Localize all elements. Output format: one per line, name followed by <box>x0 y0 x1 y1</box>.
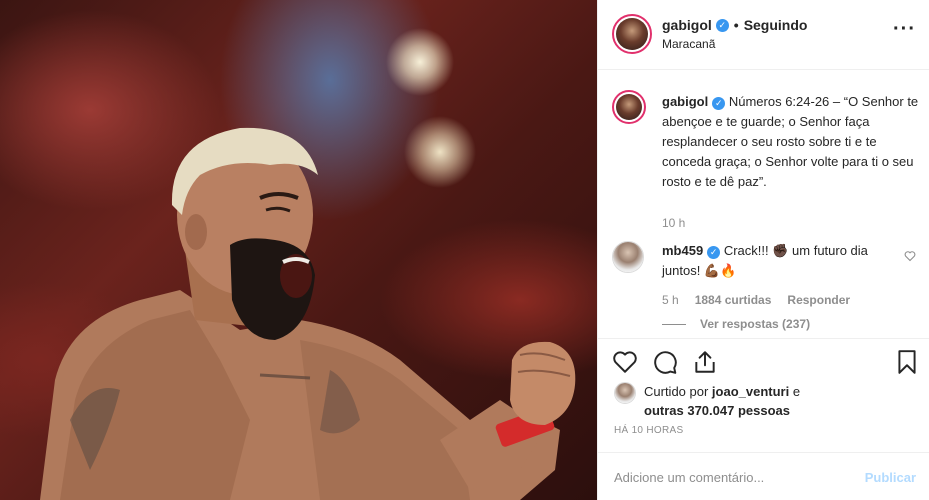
follow-status-button[interactable]: Seguindo <box>744 17 808 33</box>
muscle-fire-emoji: 💪🏾🔥 <box>703 263 737 278</box>
share-icon[interactable] <box>692 349 718 375</box>
comment-text-block: mb459 ✓ Crack!!! ✊🏿 um futuro dia juntos!… <box>662 241 882 281</box>
likes-middle: e <box>789 384 801 399</box>
liker-avatar[interactable] <box>614 382 636 404</box>
comment-input[interactable]: Adicione um comentário... <box>614 470 764 485</box>
commenter-username[interactable]: mb459 <box>662 243 703 258</box>
publish-button[interactable]: Publicar <box>865 470 916 485</box>
commenter-avatar[interactable] <box>612 241 644 273</box>
comment-likes-count[interactable]: 1884 curtidas <box>695 293 772 307</box>
post-location[interactable]: Maracanã <box>662 37 715 51</box>
comment-like-heart-icon[interactable] <box>904 250 916 265</box>
caption-text-block: gabigol ✓ Números 6:24-26 – “O Senhor te … <box>662 92 920 192</box>
caption-username[interactable]: gabigol <box>662 94 708 109</box>
verified-badge-icon: ✓ <box>707 246 721 259</box>
author-avatar[interactable] <box>612 14 652 54</box>
more-options-icon[interactable]: ··· <box>893 19 916 39</box>
comment-time[interactable]: 5 h <box>662 293 679 307</box>
post-header: gabigol ✓ • Seguindo Maracanã ··· <box>598 0 929 70</box>
post-photo[interactable] <box>0 0 597 500</box>
photo-illustration <box>40 127 576 500</box>
comment-bubble-icon[interactable] <box>652 349 678 375</box>
separator-dot: • <box>733 17 739 33</box>
caption-time[interactable]: 10 h <box>662 216 685 230</box>
verified-badge-icon: ✓ <box>715 18 729 32</box>
likes-text: Curtido por joao_venturi e outras 370.04… <box>644 382 800 420</box>
verified-badge-icon: ✓ <box>712 97 726 110</box>
fist-emoji: ✊🏿 <box>772 243 789 258</box>
view-replies-button[interactable]: Ver respostas (237) <box>662 317 810 331</box>
replies-divider <box>662 323 686 325</box>
comment-meta: 5 h 1884 curtidas Responder <box>662 293 850 307</box>
liker-username[interactable]: joao_venturi <box>712 384 789 399</box>
like-heart-icon[interactable] <box>612 349 638 375</box>
reply-button[interactable]: Responder <box>787 293 850 307</box>
author-username[interactable]: gabigol <box>662 17 712 33</box>
action-bar <box>598 338 929 382</box>
likes-prefix: Curtido por <box>644 384 712 399</box>
save-bookmark-icon[interactable] <box>894 349 920 375</box>
comment-text-part1: Crack!!! <box>723 243 773 258</box>
author-line: gabigol ✓ • Seguindo <box>662 17 807 33</box>
view-replies-label: Ver respostas (237) <box>700 317 811 331</box>
caption-author-avatar[interactable] <box>612 90 646 124</box>
post-timestamp[interactable]: HÁ 10 HORAS <box>614 425 683 436</box>
add-comment-bar: Adicione um comentário... Publicar <box>598 452 929 500</box>
likes-others-link[interactable]: outras 370.047 pessoas <box>644 403 790 418</box>
post-details-panel: gabigol ✓ • Seguindo Maracanã ··· gabigo… <box>597 0 929 500</box>
